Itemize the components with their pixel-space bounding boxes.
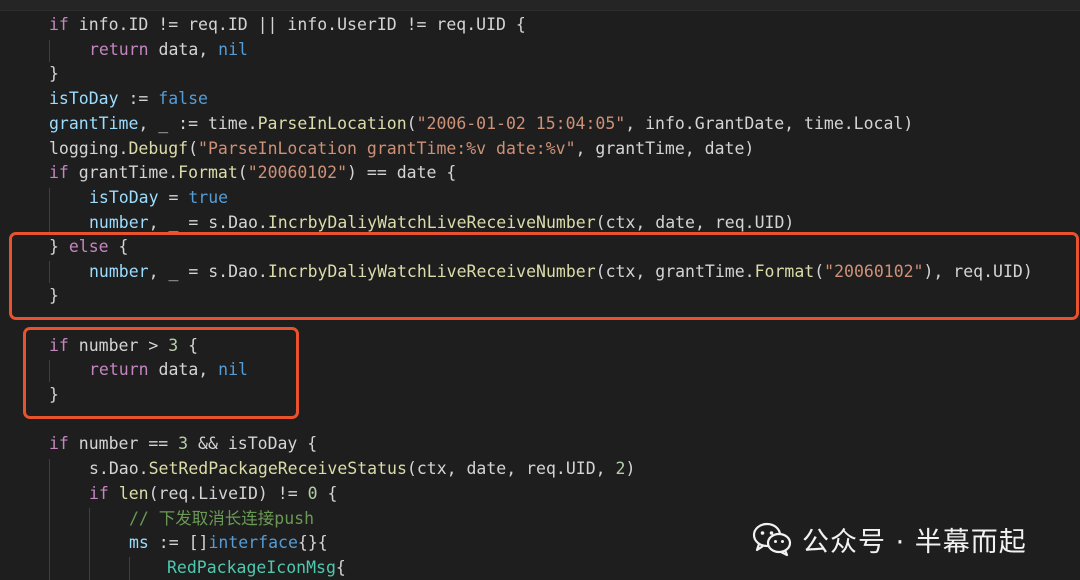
code-line-4: isToDay := false xyxy=(49,87,208,112)
indent-guide xyxy=(49,188,50,234)
number-literal: 0 xyxy=(307,484,318,503)
function-name: len xyxy=(118,484,149,503)
keyword-if: if xyxy=(49,15,69,34)
indent-guide xyxy=(129,557,130,580)
code-text: && isToDay { xyxy=(188,434,318,453)
code-text: } xyxy=(49,64,59,83)
watermark-text: 公众号 · 半幕而起 xyxy=(802,526,1027,558)
function-name: ParseInLocation xyxy=(257,114,407,133)
code-line-6: logging.Debugf("ParseInLocation grantTim… xyxy=(49,137,754,162)
code-text: , _ := time. xyxy=(138,114,258,133)
wechat-icon xyxy=(752,522,792,557)
code-text: , _ = s.Dao. xyxy=(148,213,268,232)
code-line-23: RedPackageIconMsg{ xyxy=(167,556,346,580)
constant-nil: nil xyxy=(218,40,248,59)
code-text: ( xyxy=(406,114,417,133)
code-line-20: if len(req.LiveID) != 0 { xyxy=(89,482,337,507)
variable: isToDay xyxy=(49,89,119,108)
code-text: ) xyxy=(625,459,636,478)
code-line-8: isToDay = true xyxy=(89,186,228,211)
indent-guide xyxy=(49,40,50,62)
code-line-5: grantTime, _ := time.ParseInLocation("20… xyxy=(49,112,913,137)
code-line-7: if grantTime.Format("20060102") == date … xyxy=(49,161,456,186)
constant-false: false xyxy=(158,89,208,108)
code-line-18: if number == 3 && isToDay { xyxy=(49,432,317,457)
watermark: 公众号 · 半幕而起 xyxy=(752,516,1027,562)
keyword-if: if xyxy=(89,484,109,503)
code-text: logging. xyxy=(49,139,129,158)
code-text: (req.LiveID) != xyxy=(148,484,308,503)
code-text: (ctx, date, req.UID, xyxy=(406,459,616,478)
variable: isToDay xyxy=(89,188,159,207)
code-text: , grantTime, date) xyxy=(575,139,755,158)
string-literal: "2006-01-02 15:04:05" xyxy=(416,114,626,133)
highlight-box-else-branch xyxy=(9,232,1079,320)
code-text: , info.GrantDate, time.Local) xyxy=(625,114,914,133)
function-name: Debugf xyxy=(128,139,189,158)
code-text: { xyxy=(335,558,346,577)
code-line-1: if info.ID != req.ID || info.UserID != r… xyxy=(49,13,526,38)
number-literal: 2 xyxy=(615,459,626,478)
variable: number xyxy=(89,213,149,232)
constant-true: true xyxy=(188,188,229,207)
code-comment: // 下发取消长连接push xyxy=(129,509,315,528)
code-text: number == xyxy=(68,434,179,453)
keyword-if: if xyxy=(49,163,69,182)
string-literal: "ParseInLocation grantTime:%v date:%v" xyxy=(198,139,576,158)
keyword-return: return xyxy=(89,40,149,59)
code-text: data, xyxy=(148,40,219,59)
code-line-3: } xyxy=(49,62,59,87)
code-text: := [] xyxy=(148,533,209,552)
variable: grantTime xyxy=(49,114,139,133)
code-line-22: ms := []interface{}{ xyxy=(129,531,328,556)
number-literal: 3 xyxy=(178,434,189,453)
code-text: ( xyxy=(188,139,199,158)
code-text: ) == date { xyxy=(347,163,457,182)
code-text: info.ID != req.ID || info.UserID != req.… xyxy=(68,15,526,34)
variable: ms xyxy=(129,533,149,552)
indent-guide xyxy=(49,459,50,580)
indent-guide xyxy=(89,508,90,580)
keyword-interface: interface xyxy=(208,533,298,552)
code-text: {}{ xyxy=(297,533,328,552)
function-name: SetRedPackageReceiveStatus xyxy=(148,459,407,478)
code-line-19: s.Dao.SetRedPackageReceiveStatus(ctx, da… xyxy=(89,457,635,482)
code-line-2: return data, nil xyxy=(89,38,248,63)
editor-top-strip xyxy=(0,0,1080,11)
type-name: RedPackageIconMsg xyxy=(167,558,336,577)
keyword-if: if xyxy=(49,434,69,453)
function-name: IncrbyDaliyWatchLiveReceiveNumber xyxy=(267,213,596,232)
code-editor: if info.ID != req.ID || info.UserID != r… xyxy=(0,0,1080,580)
code-line-21: // 下发取消长连接push xyxy=(129,507,314,532)
code-text: grantTime. xyxy=(68,163,179,182)
code-text: s.Dao. xyxy=(89,459,149,478)
code-text: (ctx, date, req.UID) xyxy=(595,213,795,232)
code-text: = xyxy=(158,188,189,207)
string-literal: "20060102" xyxy=(247,163,348,182)
code-text: { xyxy=(317,484,338,503)
function-name: Format xyxy=(178,163,238,182)
highlight-box-number-check xyxy=(23,327,299,419)
code-text: ( xyxy=(237,163,248,182)
code-text: := xyxy=(118,89,159,108)
